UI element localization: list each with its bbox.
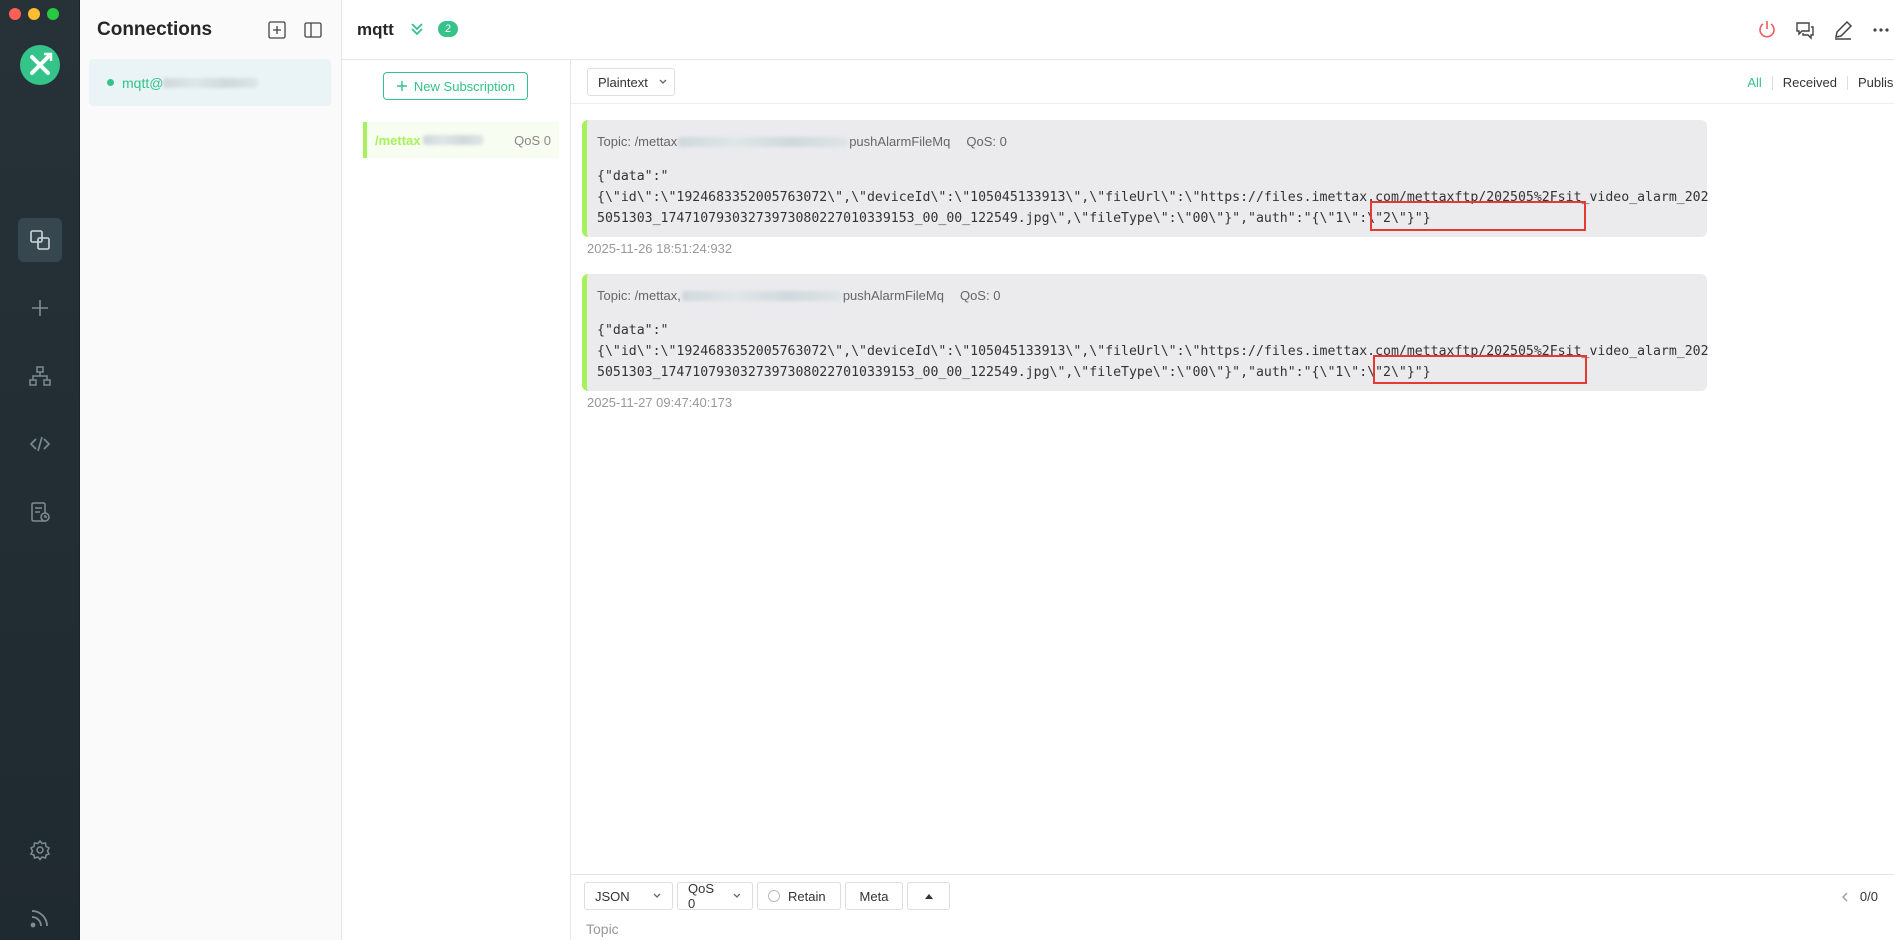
- gear-icon: [29, 839, 51, 861]
- close-window-button[interactable]: [9, 8, 21, 20]
- subscription-qos: QoS 0: [514, 132, 551, 148]
- message-qos: QoS: 0: [966, 133, 1007, 149]
- message-list: Topic: /mettax pushAlarmFileMq QoS: 0 {"d…: [571, 104, 1894, 874]
- subscription-item[interactable]: /mettax QoS 0: [363, 122, 559, 158]
- add-connection-icon[interactable]: [267, 20, 287, 40]
- chevron-down-icon: [733, 893, 741, 898]
- topology-icon: [29, 366, 51, 386]
- nav-new-connection[interactable]: [18, 286, 62, 330]
- expand-composer-button[interactable]: [907, 882, 950, 910]
- code-icon: [29, 436, 51, 452]
- retain-toggle[interactable]: Retain: [757, 882, 841, 910]
- messages-toolbar: Plaintext All Received Published: [571, 60, 1894, 104]
- highlight-box: [1370, 201, 1586, 231]
- nav-topology[interactable]: [18, 354, 62, 398]
- window-controls: [9, 8, 59, 20]
- connection-title: mqtt: [357, 20, 394, 39]
- connection-header: mqtt 2: [342, 0, 1894, 60]
- connection-item[interactable]: mqtt@: [89, 59, 331, 106]
- payload-format-select[interactable]: Plaintext: [587, 68, 675, 96]
- toggle-sidebar-icon[interactable]: [303, 20, 323, 40]
- message-qos: QoS: 0: [959, 287, 1001, 303]
- pager-count: 0/0: [1859, 889, 1878, 904]
- plus-icon: [396, 81, 407, 91]
- redacted-text: [163, 77, 259, 88]
- connections-title: Connections: [97, 19, 213, 40]
- edit-icon[interactable]: [1832, 19, 1854, 41]
- filter-received[interactable]: Received: [1773, 75, 1847, 90]
- subscriptions-panel: New Subscription /mettax QoS 0: [342, 60, 571, 940]
- new-subscription-button[interactable]: New Subscription: [383, 72, 528, 100]
- chevron-double-down-icon[interactable]: [408, 20, 426, 38]
- nav-settings[interactable]: [18, 828, 62, 872]
- redacted-text: [422, 135, 483, 145]
- meta-label: Meta: [859, 888, 889, 904]
- nav-connections[interactable]: [18, 218, 62, 262]
- composer-format-select[interactable]: JSON: [584, 882, 673, 910]
- retain-radio: [768, 890, 780, 902]
- highlight-box: [1373, 355, 1587, 384]
- message-topic: Topic: /mettax pushAlarmFileMq: [597, 133, 951, 149]
- meta-button[interactable]: Meta: [845, 882, 903, 910]
- composer-qos-select[interactable]: QoS 0: [677, 881, 753, 911]
- composer-qos-value: QoS 0: [688, 881, 715, 911]
- connections-icon: [30, 230, 50, 250]
- status-dot: [107, 79, 114, 86]
- minimize-window-button[interactable]: [28, 8, 40, 20]
- payload-format-value: Plaintext: [598, 74, 648, 90]
- nav-scripts[interactable]: [18, 422, 62, 466]
- connection-name: mqtt@: [122, 74, 164, 91]
- chevron-down-icon: [653, 893, 661, 898]
- message-topic: Topic: /mettax, pushAlarmFileMq: [597, 287, 944, 303]
- subscription-count-badge: 2: [438, 21, 458, 37]
- triangle-up-icon: [924, 894, 933, 899]
- nav-logs[interactable]: [18, 490, 62, 534]
- nav-feed[interactable]: [18, 896, 62, 940]
- filter-all[interactable]: All: [1737, 75, 1771, 90]
- chat-icon[interactable]: [1794, 19, 1816, 41]
- message-composer: JSON QoS 0 Retain Meta 0/0 Topic: [571, 874, 1894, 940]
- chevron-left-icon[interactable]: [1840, 891, 1850, 903]
- message-filter: All Received Published: [1737, 75, 1894, 90]
- new-subscription-label: New Subscription: [413, 78, 516, 94]
- app-logo-icon: [20, 45, 60, 85]
- maximize-window-button[interactable]: [47, 8, 59, 20]
- connections-panel: Connections mqtt@: [80, 0, 342, 940]
- log-icon: [31, 502, 50, 522]
- message-timestamp: 2025-11-26 18:51:24:932: [587, 241, 733, 256]
- message-pager: 0/0: [1840, 889, 1878, 904]
- filter-published[interactable]: Published: [1848, 75, 1894, 90]
- feed-icon: [30, 910, 48, 928]
- message-timestamp: 2025-11-27 09:47:40:173: [587, 395, 733, 410]
- chevron-down-icon: [659, 79, 667, 84]
- retain-label: Retain: [788, 888, 826, 904]
- topic-input[interactable]: Topic: [586, 921, 619, 937]
- plus-icon: [32, 300, 48, 316]
- more-icon[interactable]: [1870, 19, 1892, 41]
- app-sidebar: [0, 0, 80, 940]
- composer-format-value: JSON: [595, 888, 630, 904]
- power-icon[interactable]: [1756, 19, 1778, 41]
- subscription-topic: /mettax: [375, 132, 421, 148]
